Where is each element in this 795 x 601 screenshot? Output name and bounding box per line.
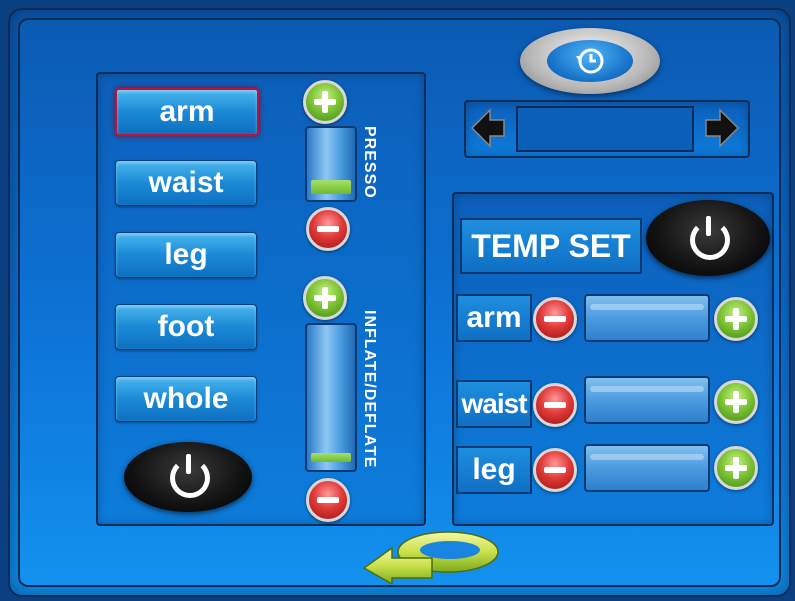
temp-arm-slider[interactable] <box>584 294 710 342</box>
temp-row-label-leg: leg <box>456 446 532 494</box>
inflate-level-fill <box>311 453 351 462</box>
inflate-level-slider[interactable] <box>305 323 357 472</box>
presso-minus-button[interactable] <box>306 207 350 251</box>
timer-inner <box>547 40 633 82</box>
temp-arm-minus-button[interactable] <box>533 297 577 341</box>
temp-arm-plus-button[interactable] <box>714 297 758 341</box>
part-button-foot[interactable]: foot <box>115 304 257 350</box>
temp-power-button[interactable] <box>646 200 770 276</box>
power-icon-bar <box>706 216 711 236</box>
temp-row-label-waist: waist <box>456 380 532 428</box>
arrow-right-icon <box>705 108 740 148</box>
inflate-deflate-label: INFLATE/DEFLATE <box>361 310 378 469</box>
part-button-whole[interactable]: whole <box>115 376 257 422</box>
presso-level-slider[interactable] <box>305 126 357 202</box>
presso-level-fill <box>311 180 351 194</box>
temp-waist-slider[interactable] <box>584 376 710 424</box>
part-button-waist[interactable]: waist <box>115 160 257 206</box>
temp-set-title: TEMP SET <box>460 218 642 274</box>
slider-track <box>590 304 704 310</box>
arrow-left-button[interactable] <box>470 108 508 148</box>
slider-track <box>590 386 704 392</box>
part-button-arm[interactable]: arm <box>115 88 259 136</box>
temp-leg-plus-button[interactable] <box>714 446 758 490</box>
arrow-right-button[interactable] <box>702 108 740 148</box>
timer-display <box>516 106 694 152</box>
temp-waist-plus-button[interactable] <box>714 380 758 424</box>
temp-row-label-arm: arm <box>456 294 532 342</box>
arrow-left-icon <box>470 108 505 148</box>
timer-button[interactable] <box>520 28 660 94</box>
temp-leg-slider[interactable] <box>584 444 710 492</box>
part-button-leg[interactable]: leg <box>115 232 257 278</box>
slider-track <box>590 454 704 460</box>
presso-label: PRESSO <box>361 126 378 199</box>
return-arrow-icon <box>362 531 499 584</box>
temp-waist-minus-button[interactable] <box>533 383 577 427</box>
clock-icon <box>576 48 604 74</box>
main-power-button[interactable] <box>124 442 252 512</box>
back-button[interactable] <box>362 526 508 584</box>
inflate-minus-button[interactable] <box>306 478 350 522</box>
temp-leg-minus-button[interactable] <box>533 448 577 492</box>
presso-plus-button[interactable] <box>303 80 347 124</box>
inflate-plus-button[interactable] <box>303 276 347 320</box>
power-icon-bar <box>186 454 191 474</box>
